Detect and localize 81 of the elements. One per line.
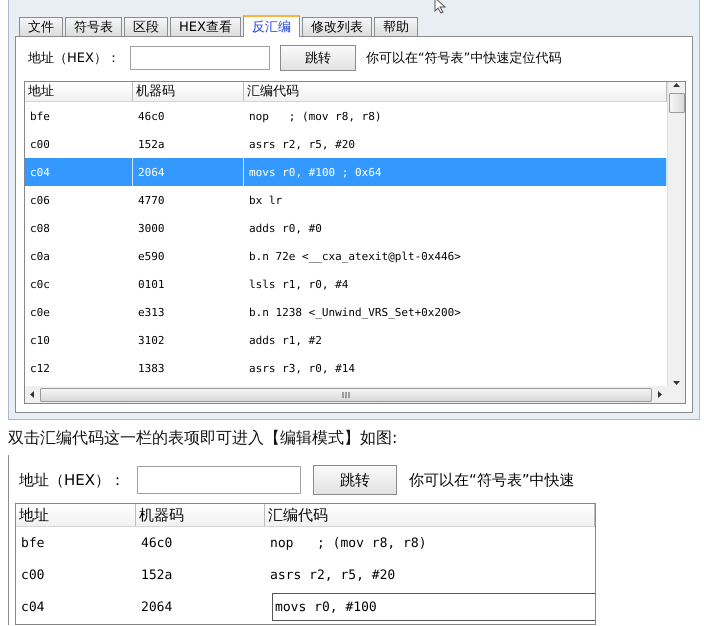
- address-label: 地址（HEX）：: [19, 470, 126, 490]
- table-row[interactable]: c04 2064 movs r0, #100: [16, 591, 595, 623]
- jump-button[interactable]: 跳转: [280, 45, 356, 71]
- table-cell: c04: [25, 158, 133, 186]
- table-cell-text: 152a: [140, 566, 174, 584]
- table-row[interactable]: bfe 46c0 nop ; (mov r8, r8): [25, 102, 667, 130]
- table-row[interactable]: c00 152a asrs r2, r5, #20: [16, 559, 595, 591]
- table-row[interactable]: c00 152a asrs r2, r5, #20: [25, 130, 667, 158]
- table-cell-text: bfe: [20, 534, 46, 552]
- vertical-scrollbar[interactable]: [667, 82, 685, 386]
- tab[interactable]: HEX查看: [170, 17, 241, 37]
- table-row[interactable]: c0a e590 b.n 72e <__cxa_atexit@plt-0x446>: [25, 242, 667, 270]
- edit-field[interactable]: movs r0, #100: [272, 593, 595, 621]
- table-cell-text: 46c0: [137, 108, 166, 124]
- table-cell-text: bx lr: [248, 192, 284, 208]
- column-header[interactable]: 汇编代码: [244, 82, 667, 101]
- table-cell-text: 4770: [137, 192, 166, 208]
- table-cell-text: c10: [29, 332, 51, 348]
- tab[interactable]: 反汇编: [242, 15, 300, 37]
- table-cell-text: lsls r1, r0, #4: [248, 276, 350, 292]
- column-header[interactable]: 汇编代码: [265, 504, 595, 526]
- mouse-pointer-icon: [434, 0, 448, 14]
- table-cell-text: c08: [29, 220, 51, 236]
- table-cell-text: c0a: [29, 248, 51, 264]
- address-field[interactable]: [137, 466, 302, 494]
- tab[interactable]: 帮助: [374, 17, 418, 37]
- table-cell-text: asrs r2, r5, #20: [269, 566, 396, 584]
- column-header[interactable]: 机器码: [133, 82, 244, 101]
- table-cell-text: c12: [29, 360, 51, 376]
- table-cell-text: adds r1, #2: [248, 332, 323, 348]
- table-cell-text: c0e: [29, 304, 51, 320]
- hint-text: 你可以在“符号表”中快速定位代码: [366, 50, 562, 67]
- table-cell-text: 0101: [137, 276, 166, 292]
- table-cell-text: 3102: [137, 332, 166, 348]
- column-header[interactable]: 机器码: [136, 504, 265, 526]
- table-row[interactable]: c06 4770 bx lr: [25, 186, 667, 214]
- address-label: 地址（HEX）：: [28, 50, 120, 67]
- column-header[interactable]: 地址: [25, 82, 133, 101]
- table-cell-text: nop ; (mov r8, r8): [269, 534, 428, 552]
- scroll-thumb[interactable]: [40, 388, 652, 402]
- table-cell-text: c06: [29, 192, 51, 208]
- table-cell-text: 152a: [137, 136, 166, 152]
- scroll-up-icon[interactable]: [673, 82, 680, 89]
- scroll-right-icon[interactable]: [656, 391, 663, 398]
- table-row[interactable]: c0e e313 b.n 1238 <_Unwind_VRS_Set+0x200>: [25, 298, 667, 326]
- table-row[interactable]: c10 3102 adds r1, #2: [25, 326, 667, 354]
- table-row[interactable]: bfe 46c0 nop ; (mov r8, r8): [16, 527, 595, 559]
- table-cell-text: 2064: [140, 598, 174, 616]
- table-cell-text: asrs r2, r5, #20: [248, 136, 356, 152]
- table-cell: 2064: [133, 158, 244, 186]
- table-cell-text: c04: [20, 598, 46, 616]
- tab[interactable]: 区段: [124, 17, 168, 37]
- tab[interactable]: 修改列表: [302, 17, 372, 37]
- hint-text: 你可以在“符号表”中快速: [409, 470, 575, 490]
- address-field[interactable]: [130, 46, 270, 70]
- scroll-left-icon[interactable]: [29, 391, 36, 398]
- table-cell-text: bfe: [29, 108, 51, 124]
- table-cell-text: 1383: [137, 360, 166, 376]
- scroll-thumb[interactable]: [668, 93, 684, 113]
- table-row[interactable]: c12 1383 asrs r3, r0, #14: [25, 354, 667, 382]
- table-cell-text: c0c: [29, 276, 51, 292]
- jump-button[interactable]: 跳转: [313, 465, 398, 495]
- tab[interactable]: 符号表: [65, 17, 122, 37]
- caption-text: 双击汇编代码这一栏的表项即可进入【编辑模式】如图:: [8, 428, 398, 449]
- table-cell-text: nop ; (mov r8, r8): [248, 108, 382, 124]
- table-cell-text: c00: [20, 566, 46, 584]
- table-cell-text: e313: [137, 304, 166, 320]
- column-header[interactable]: 地址: [16, 504, 136, 526]
- table-cell-text: b.n 72e <__cxa_atexit@plt-0x446>: [248, 248, 462, 265]
- horizontal-scrollbar[interactable]: [25, 386, 685, 403]
- table-row[interactable]: c0c 0101 lsls r1, r0, #4: [25, 270, 667, 298]
- table-cell-text: e590: [137, 248, 166, 264]
- table-cell-text: 46c0: [140, 534, 174, 552]
- table-row[interactable]: c08 3000 adds r0, #0: [25, 214, 667, 242]
- table-cell-text: c00: [29, 136, 51, 152]
- tab[interactable]: 文件: [19, 17, 63, 37]
- table-cell-text: 3000: [137, 220, 166, 236]
- table-cell-text: b.n 1238 <_Unwind_VRS_Set+0x200>: [248, 304, 462, 321]
- grip-icon: [342, 392, 350, 398]
- table-cell-text: asrs r3, r0, #14: [248, 360, 356, 376]
- table-cell-text: adds r0, #0: [248, 220, 323, 236]
